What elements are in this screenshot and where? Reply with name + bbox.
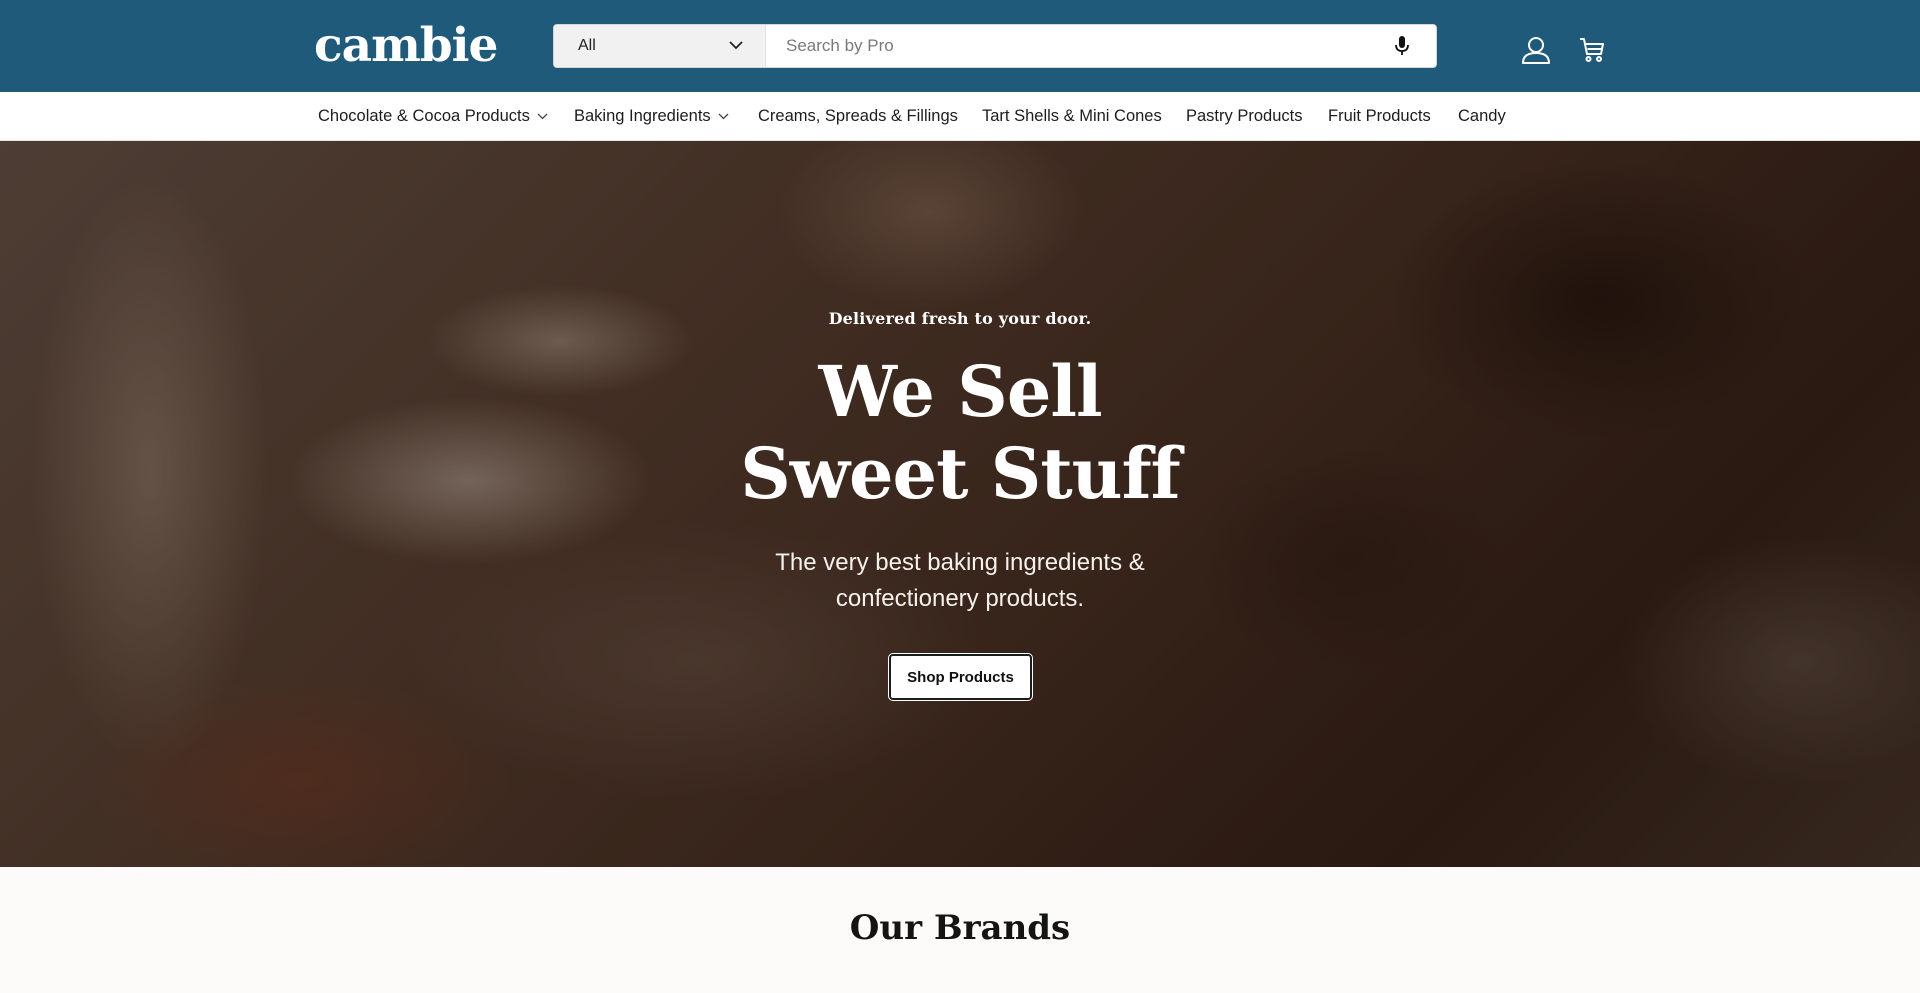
- nav-item-label: Chocolate & Cocoa Products: [318, 107, 530, 125]
- search-input[interactable]: [766, 25, 1368, 67]
- nav-item-candy[interactable]: Candy: [1458, 92, 1506, 141]
- cart-icon[interactable]: [1574, 32, 1610, 68]
- chevron-down-icon: [729, 37, 743, 55]
- nav-item-label: Creams, Spreads & Fillings: [758, 107, 958, 125]
- nav-item-label: Candy: [1458, 107, 1506, 125]
- search-bar: All: [553, 24, 1437, 68]
- chevron-down-icon: [537, 113, 548, 120]
- site-logo[interactable]: cambie: [314, 20, 498, 72]
- brands-heading: Our Brands: [849, 908, 1071, 948]
- hero-title-line: We Sell: [818, 350, 1102, 433]
- microphone-icon[interactable]: [1368, 25, 1436, 67]
- site-header: cambie All: [0, 0, 1920, 92]
- nav-item-tart-shells[interactable]: Tart Shells & Mini Cones: [982, 92, 1162, 141]
- nav-item-label: Tart Shells & Mini Cones: [982, 107, 1162, 125]
- chevron-down-icon: [718, 113, 729, 120]
- main-nav: Chocolate & Cocoa Products Baking Ingred…: [0, 92, 1920, 141]
- nav-item-chocolate-cocoa[interactable]: Chocolate & Cocoa Products: [318, 92, 548, 141]
- hero-kicker: Delivered fresh to your door.: [828, 309, 1092, 328]
- search-category-label: All: [578, 37, 596, 54]
- hero-title: We Sell Sweet Stuff: [660, 351, 1260, 515]
- nav-item-label: Fruit Products: [1328, 107, 1431, 125]
- nav-item-creams-spreads[interactable]: Creams, Spreads & Fillings: [758, 92, 958, 141]
- nav-item-fruit-products[interactable]: Fruit Products: [1328, 92, 1431, 141]
- nav-item-label: Pastry Products: [1186, 107, 1303, 125]
- hero-subtitle: The very best baking ingredients & confe…: [775, 549, 1145, 612]
- search-category-select[interactable]: All: [554, 25, 766, 67]
- nav-item-label: Baking Ingredients: [574, 107, 711, 125]
- hero-title-line: Sweet Stuff: [740, 432, 1181, 515]
- nav-item-pastry-products[interactable]: Pastry Products: [1186, 92, 1302, 141]
- shop-products-button[interactable]: Shop Products: [889, 654, 1032, 700]
- hero-banner: Delivered fresh to your door. We Sell Sw…: [0, 141, 1920, 867]
- nav-item-baking-ingredients[interactable]: Baking Ingredients: [574, 92, 729, 141]
- account-icon[interactable]: [1518, 32, 1554, 68]
